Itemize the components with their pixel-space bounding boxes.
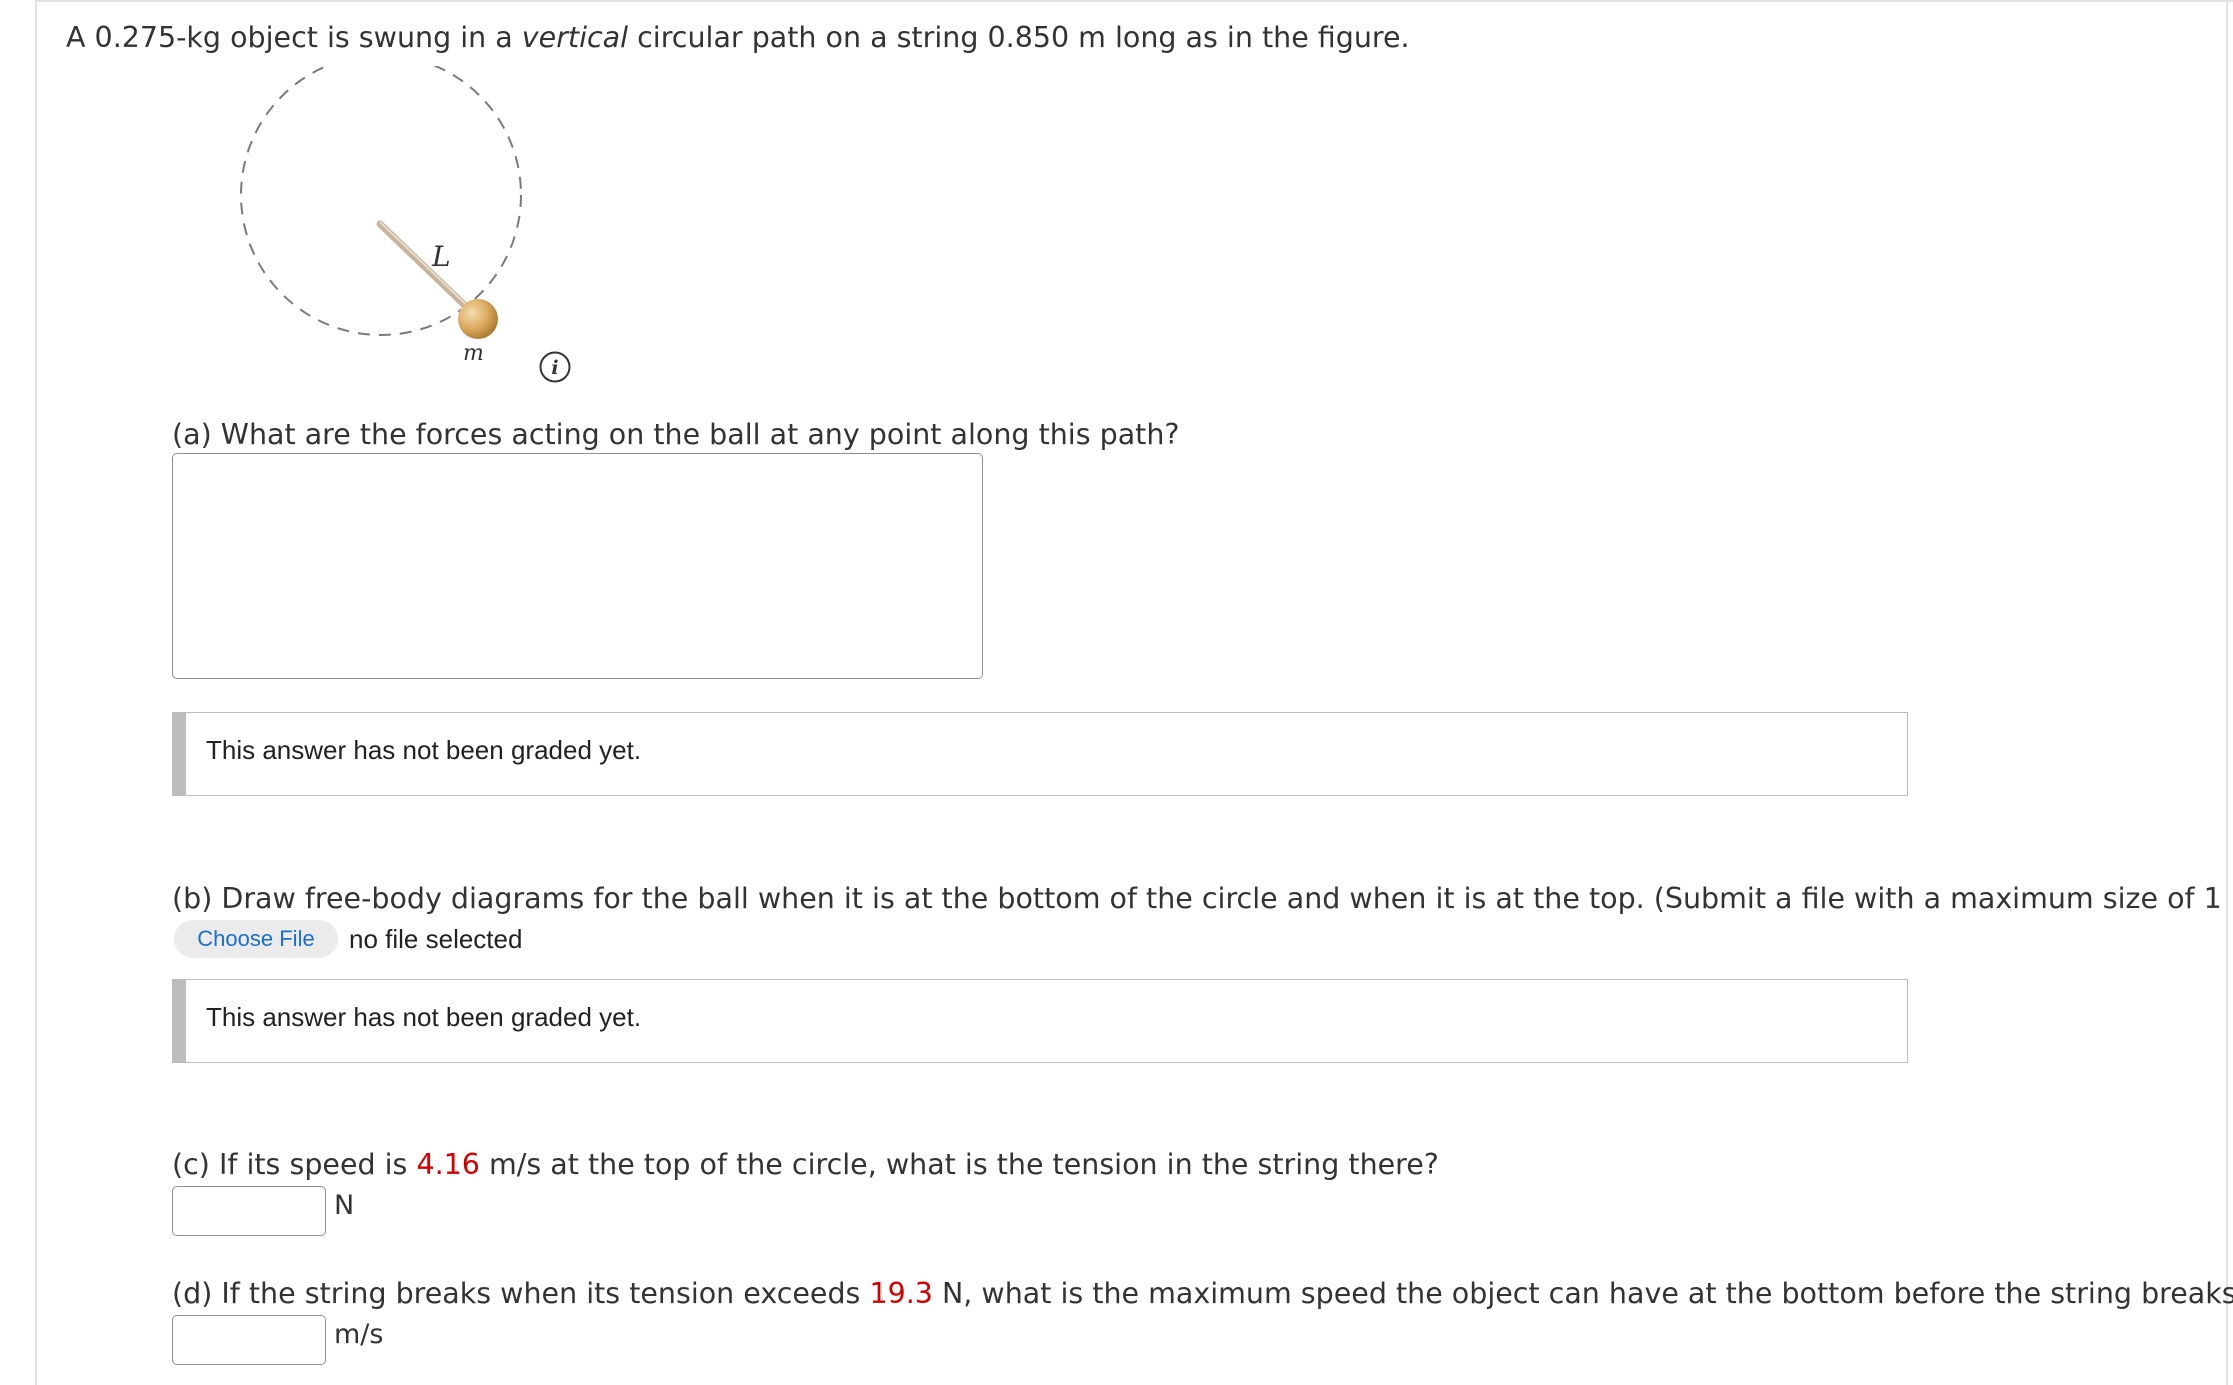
speed-value: 4.16 [416, 1148, 480, 1181]
problem-text-end: circular path on a string 0.850 m long a… [628, 21, 1410, 54]
page-frame-right [2226, 0, 2228, 1385]
info-icon[interactable]: i [538, 350, 572, 384]
grading-status-b: This answer has not been graded yet. [172, 979, 1908, 1063]
tension-input[interactable] [172, 1186, 326, 1236]
page-frame-left [35, 0, 37, 1385]
tension-unit: N [334, 1190, 355, 1221]
length-label: L [431, 240, 451, 273]
question-d-text: (d) If the string breaks when its tensio… [172, 1277, 870, 1310]
page-frame-top [35, 0, 2233, 7]
question-c-text: (c) If its speed is [172, 1148, 417, 1181]
max-speed-input[interactable] [172, 1315, 326, 1365]
grading-status-a: This answer has not been graded yet. [172, 712, 1908, 796]
vertical-circle-figure: L m [240, 66, 522, 366]
question-c: (c) If its speed is 4.16 m/s at the top … [172, 1145, 1439, 1185]
grading-status-b-text: This answer has not been graded yet. [206, 1002, 642, 1032]
tension-limit-value: 19.3 [869, 1277, 933, 1310]
file-status: no file selected [349, 924, 523, 954]
problem-emphasis: vertical [521, 21, 629, 54]
string-highlight [379, 221, 478, 316]
problem-statement: A 0.275-kg object is swung in a vertical… [66, 18, 1410, 58]
circular-path [240, 66, 522, 336]
mass-label: m [463, 341, 484, 366]
question-c-text-end: m/s at the top of the circle, what is th… [479, 1148, 1439, 1181]
svg-text:i: i [551, 357, 558, 379]
choose-file-button[interactable]: Choose File [174, 920, 338, 958]
question-d: (d) If the string breaks when its tensio… [172, 1274, 2233, 1314]
question-a: (a) What are the forces acting on the ba… [172, 418, 1180, 451]
grading-status-a-text: This answer has not been graded yet. [206, 735, 642, 765]
question-b: (b) Draw free-body diagrams for the ball… [172, 882, 2233, 915]
ball [458, 299, 498, 339]
string [376, 220, 481, 321]
answer-a-textarea[interactable] [172, 453, 983, 679]
max-speed-unit: m/s [334, 1319, 384, 1350]
question-d-text-end: N, what is the maximum speed the object … [932, 1277, 2233, 1310]
problem-text: A 0.275-kg object is swung in a [66, 21, 522, 54]
